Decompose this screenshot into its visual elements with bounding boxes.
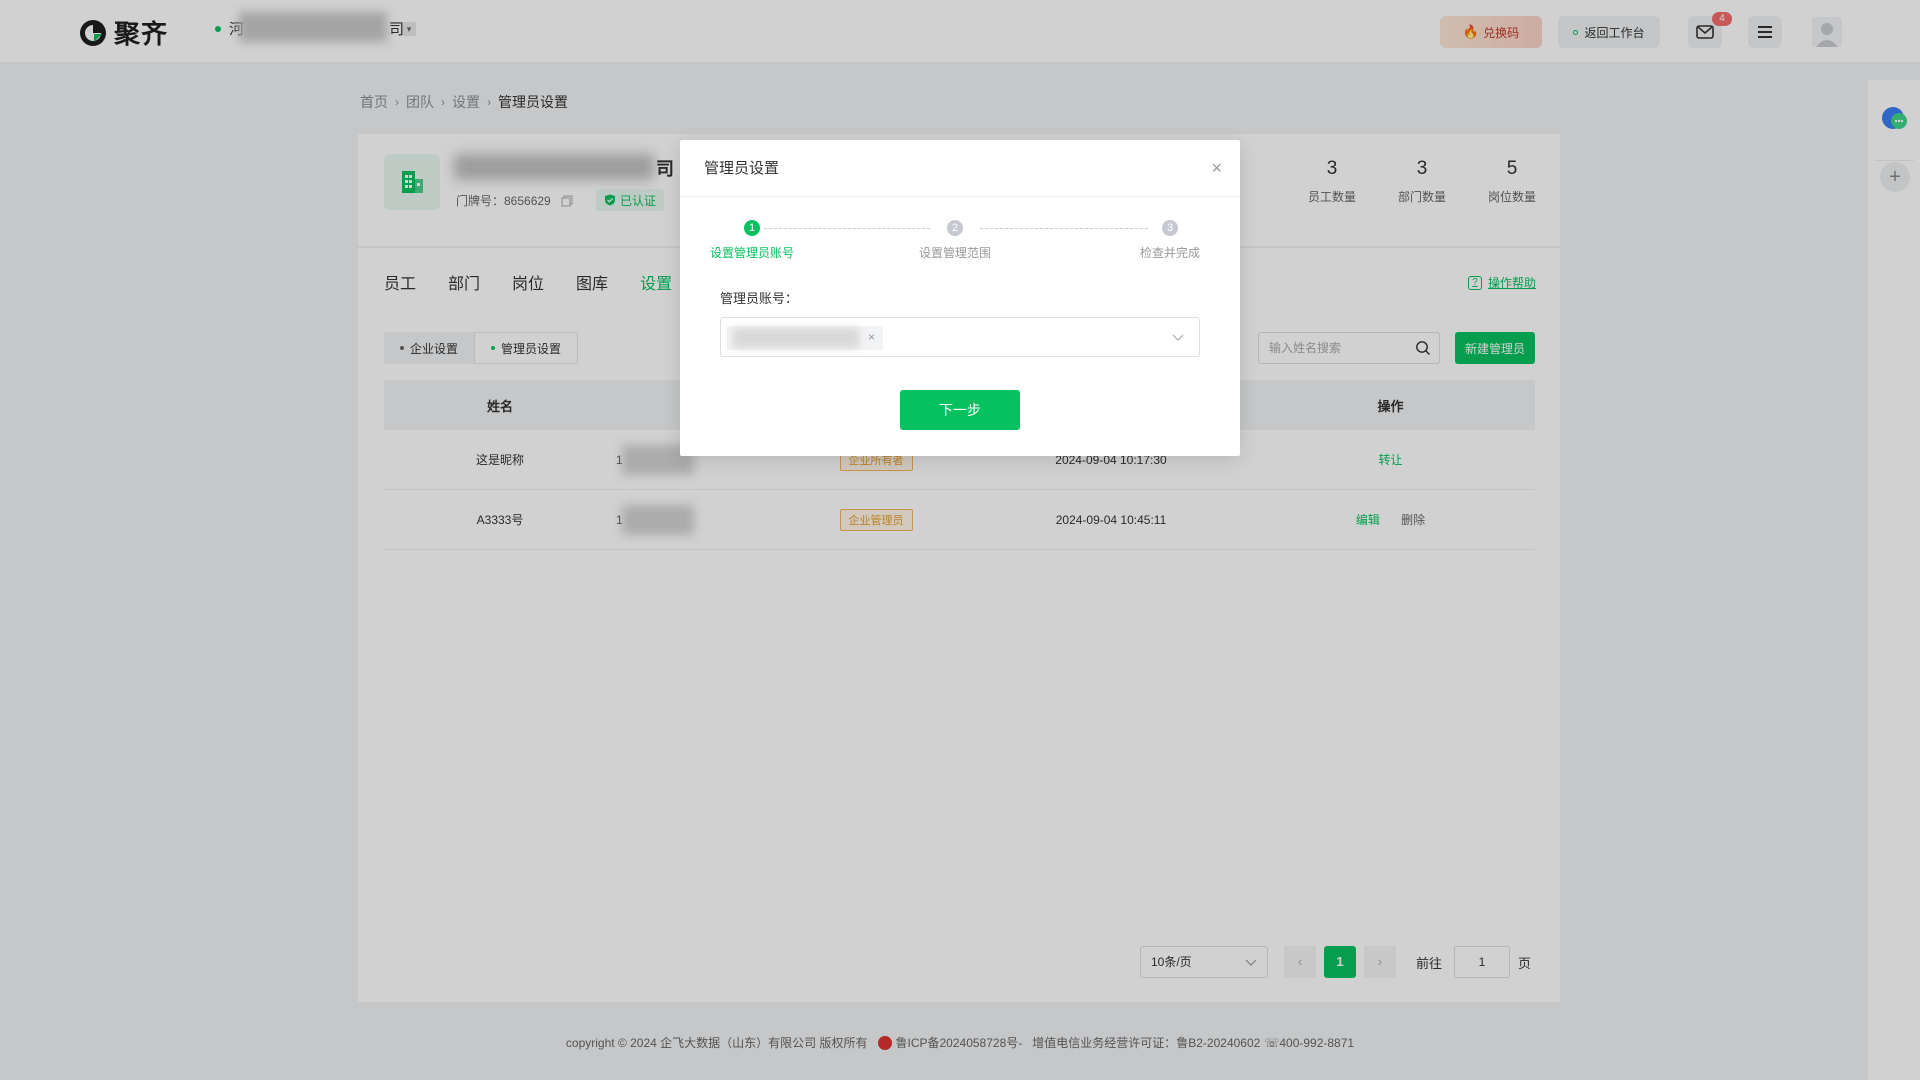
step-label: 设置管理员账号 (709, 246, 794, 260)
step-label: 检查并完成 (1139, 246, 1200, 260)
chevron-down-icon[interactable] (1171, 331, 1185, 343)
step-3: 3 检查并完成 (1120, 220, 1220, 261)
step-label: 设置管理范围 (918, 246, 991, 260)
close-icon[interactable]: × (1211, 140, 1222, 197)
steps: 1 设置管理员账号 2 设置管理范围 3 检查并完成 (702, 220, 1222, 270)
admin-account-label: 管理员账号： (720, 291, 799, 306)
step-2: 2 设置管理范围 (905, 220, 1005, 261)
modal-title: 管理员设置 (704, 160, 780, 177)
step-number: 1 (744, 220, 760, 236)
remove-tag-icon[interactable]: × (868, 330, 875, 344)
selected-account-tag: × (727, 326, 883, 350)
step-number: 2 (947, 220, 963, 236)
admin-account-select[interactable]: × (720, 317, 1200, 357)
admin-settings-modal: 管理员设置 × 1 设置管理员账号 2 设置管理范围 3 检查并完成 管理员账号… (680, 140, 1240, 456)
modal-header: 管理员设置 × (680, 140, 1240, 197)
step-number: 3 (1162, 220, 1178, 236)
next-step-button[interactable]: 下一步 (900, 390, 1020, 430)
redacted-blur (733, 328, 859, 348)
step-1: 1 设置管理员账号 (702, 220, 802, 261)
